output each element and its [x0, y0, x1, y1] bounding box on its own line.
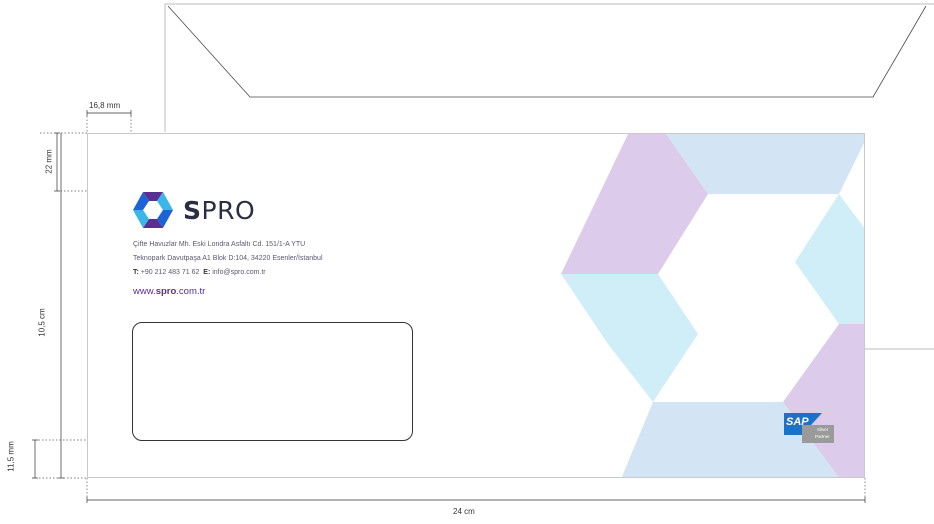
- sap-brand-text: SAP: [786, 416, 809, 428]
- logo-wordmark: SPRO: [183, 195, 256, 225]
- spro-logo-icon: [133, 192, 173, 228]
- website-link: www.spro.com.tr: [133, 286, 206, 297]
- company-logo: SPRO: [133, 192, 255, 228]
- sap-partner-badge: SAP Silver Partner: [784, 413, 836, 443]
- address-window: [132, 322, 413, 441]
- dimension-bottom-margin-label: 11,5 mm: [6, 441, 16, 472]
- dimension-left-margin-label: 16,8 mm: [89, 101, 121, 110]
- contact-line: T: +90 212 483 71 62 E: info@spro.com.tr: [133, 269, 266, 276]
- dimension-width-label: 24 cm: [453, 507, 475, 516]
- sap-silver-text: Silver: [817, 427, 829, 432]
- envelope-front: SPRO Çifte Havuzlar Mh. Eski Londra Asfa…: [87, 133, 865, 478]
- dimension-height-label: 10,5 cm: [37, 308, 47, 337]
- address-line-1: Çifte Havuzlar Mh. Eski Londra Asfaltı C…: [133, 241, 306, 248]
- dimension-top-margin-label: 22 mm: [44, 149, 54, 174]
- address-line-2: Teknopark Davutpaşa A1 Blok D:104, 34220…: [133, 255, 323, 262]
- sap-partner-text: Partner: [815, 434, 830, 439]
- envelope-mockup: 16,8 mm 22 mm 10,5 cm 11,5 mm 24 cm SPRO…: [0, 0, 934, 524]
